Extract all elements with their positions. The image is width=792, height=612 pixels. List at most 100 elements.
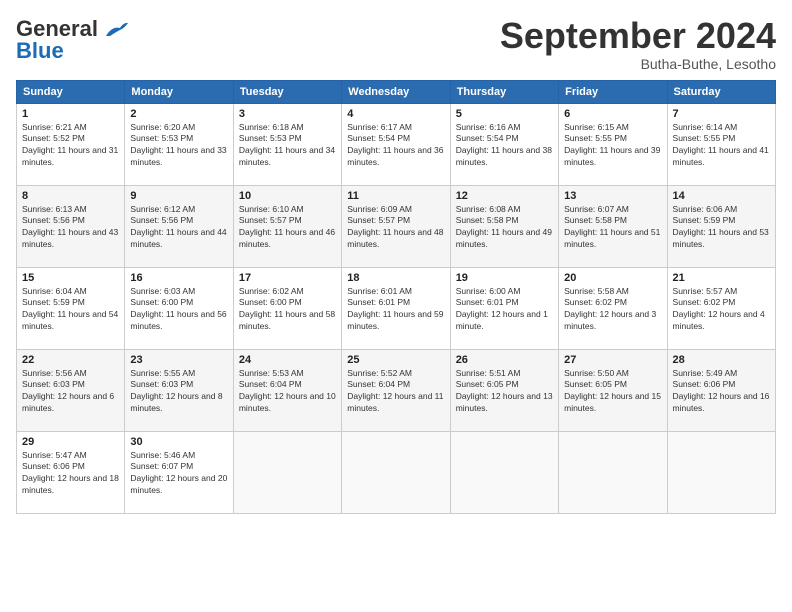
day-info: Sunrise: 6:02 AM Sunset: 6:00 PM Dayligh…	[239, 286, 336, 334]
col-wednesday: Wednesday	[342, 80, 450, 103]
week-row-3: 15 Sunrise: 6:04 AM Sunset: 5:59 PM Dayl…	[17, 267, 776, 349]
calendar-cell: 26 Sunrise: 5:51 AM Sunset: 6:05 PM Dayl…	[450, 349, 558, 431]
day-info: Sunrise: 5:58 AM Sunset: 6:02 PM Dayligh…	[564, 286, 661, 334]
day-info: Sunrise: 5:51 AM Sunset: 6:05 PM Dayligh…	[456, 368, 553, 416]
day-number: 19	[456, 272, 553, 284]
calendar-cell: 4 Sunrise: 6:17 AM Sunset: 5:54 PM Dayli…	[342, 103, 450, 185]
calendar-cell: 12 Sunrise: 6:08 AM Sunset: 5:58 PM Dayl…	[450, 185, 558, 267]
calendar-cell: 19 Sunrise: 6:00 AM Sunset: 6:01 PM Dayl…	[450, 267, 558, 349]
day-info: Sunrise: 6:16 AM Sunset: 5:54 PM Dayligh…	[456, 122, 553, 170]
day-number: 27	[564, 354, 661, 366]
calendar-cell: 5 Sunrise: 6:16 AM Sunset: 5:54 PM Dayli…	[450, 103, 558, 185]
day-number: 1	[22, 108, 119, 120]
week-row-2: 8 Sunrise: 6:13 AM Sunset: 5:56 PM Dayli…	[17, 185, 776, 267]
calendar-cell: 28 Sunrise: 5:49 AM Sunset: 6:06 PM Dayl…	[667, 349, 775, 431]
calendar-cell: 14 Sunrise: 6:06 AM Sunset: 5:59 PM Dayl…	[667, 185, 775, 267]
day-info: Sunrise: 6:04 AM Sunset: 5:59 PM Dayligh…	[22, 286, 119, 334]
day-number: 3	[239, 108, 336, 120]
day-number: 5	[456, 108, 553, 120]
calendar-header-row: Sunday Monday Tuesday Wednesday Thursday…	[17, 80, 776, 103]
day-number: 30	[130, 436, 227, 448]
day-number: 23	[130, 354, 227, 366]
col-saturday: Saturday	[667, 80, 775, 103]
calendar-table: Sunday Monday Tuesday Wednesday Thursday…	[16, 80, 776, 514]
day-number: 18	[347, 272, 444, 284]
day-info: Sunrise: 5:46 AM Sunset: 6:07 PM Dayligh…	[130, 450, 227, 498]
calendar-cell: 1 Sunrise: 6:21 AM Sunset: 5:52 PM Dayli…	[17, 103, 125, 185]
day-number: 6	[564, 108, 661, 120]
logo: General Blue	[16, 16, 130, 64]
day-info: Sunrise: 6:07 AM Sunset: 5:58 PM Dayligh…	[564, 204, 661, 252]
calendar-cell: 7 Sunrise: 6:14 AM Sunset: 5:55 PM Dayli…	[667, 103, 775, 185]
logo-blue: Blue	[16, 38, 64, 64]
calendar-cell: 30 Sunrise: 5:46 AM Sunset: 6:07 PM Dayl…	[125, 431, 233, 513]
col-thursday: Thursday	[450, 80, 558, 103]
calendar-cell	[342, 431, 450, 513]
day-info: Sunrise: 6:20 AM Sunset: 5:53 PM Dayligh…	[130, 122, 227, 170]
week-row-5: 29 Sunrise: 5:47 AM Sunset: 6:06 PM Dayl…	[17, 431, 776, 513]
calendar-cell: 16 Sunrise: 6:03 AM Sunset: 6:00 PM Dayl…	[125, 267, 233, 349]
day-number: 16	[130, 272, 227, 284]
calendar-cell: 22 Sunrise: 5:56 AM Sunset: 6:03 PM Dayl…	[17, 349, 125, 431]
calendar-cell: 15 Sunrise: 6:04 AM Sunset: 5:59 PM Dayl…	[17, 267, 125, 349]
day-info: Sunrise: 5:47 AM Sunset: 6:06 PM Dayligh…	[22, 450, 119, 498]
calendar-cell	[233, 431, 341, 513]
calendar-cell: 9 Sunrise: 6:12 AM Sunset: 5:56 PM Dayli…	[125, 185, 233, 267]
day-number: 9	[130, 190, 227, 202]
logo-bird-icon	[102, 18, 130, 40]
header: General Blue September 2024 Butha-Buthe,…	[16, 16, 776, 72]
page: General Blue September 2024 Butha-Buthe,…	[0, 0, 792, 612]
day-number: 25	[347, 354, 444, 366]
calendar-cell: 18 Sunrise: 6:01 AM Sunset: 6:01 PM Dayl…	[342, 267, 450, 349]
day-number: 8	[22, 190, 119, 202]
calendar-cell: 23 Sunrise: 5:55 AM Sunset: 6:03 PM Dayl…	[125, 349, 233, 431]
col-friday: Friday	[559, 80, 667, 103]
calendar-cell	[667, 431, 775, 513]
calendar-cell: 6 Sunrise: 6:15 AM Sunset: 5:55 PM Dayli…	[559, 103, 667, 185]
day-info: Sunrise: 5:56 AM Sunset: 6:03 PM Dayligh…	[22, 368, 119, 416]
title-area: September 2024 Butha-Buthe, Lesotho	[500, 16, 776, 72]
day-info: Sunrise: 6:17 AM Sunset: 5:54 PM Dayligh…	[347, 122, 444, 170]
day-info: Sunrise: 6:00 AM Sunset: 6:01 PM Dayligh…	[456, 286, 553, 334]
week-row-1: 1 Sunrise: 6:21 AM Sunset: 5:52 PM Dayli…	[17, 103, 776, 185]
calendar-cell: 8 Sunrise: 6:13 AM Sunset: 5:56 PM Dayli…	[17, 185, 125, 267]
day-number: 15	[22, 272, 119, 284]
day-info: Sunrise: 5:49 AM Sunset: 6:06 PM Dayligh…	[673, 368, 770, 416]
col-sunday: Sunday	[17, 80, 125, 103]
day-info: Sunrise: 6:13 AM Sunset: 5:56 PM Dayligh…	[22, 204, 119, 252]
day-number: 10	[239, 190, 336, 202]
calendar-cell: 11 Sunrise: 6:09 AM Sunset: 5:57 PM Dayl…	[342, 185, 450, 267]
calendar-cell: 13 Sunrise: 6:07 AM Sunset: 5:58 PM Dayl…	[559, 185, 667, 267]
day-number: 11	[347, 190, 444, 202]
col-monday: Monday	[125, 80, 233, 103]
calendar-cell: 29 Sunrise: 5:47 AM Sunset: 6:06 PM Dayl…	[17, 431, 125, 513]
day-number: 17	[239, 272, 336, 284]
day-info: Sunrise: 6:14 AM Sunset: 5:55 PM Dayligh…	[673, 122, 770, 170]
day-info: Sunrise: 6:03 AM Sunset: 6:00 PM Dayligh…	[130, 286, 227, 334]
day-info: Sunrise: 6:09 AM Sunset: 5:57 PM Dayligh…	[347, 204, 444, 252]
day-number: 28	[673, 354, 770, 366]
calendar-cell	[450, 431, 558, 513]
day-info: Sunrise: 6:01 AM Sunset: 6:01 PM Dayligh…	[347, 286, 444, 334]
day-number: 12	[456, 190, 553, 202]
day-number: 22	[22, 354, 119, 366]
week-row-4: 22 Sunrise: 5:56 AM Sunset: 6:03 PM Dayl…	[17, 349, 776, 431]
day-info: Sunrise: 6:15 AM Sunset: 5:55 PM Dayligh…	[564, 122, 661, 170]
day-info: Sunrise: 6:18 AM Sunset: 5:53 PM Dayligh…	[239, 122, 336, 170]
day-number: 26	[456, 354, 553, 366]
day-number: 24	[239, 354, 336, 366]
calendar-cell: 21 Sunrise: 5:57 AM Sunset: 6:02 PM Dayl…	[667, 267, 775, 349]
calendar-cell: 3 Sunrise: 6:18 AM Sunset: 5:53 PM Dayli…	[233, 103, 341, 185]
calendar-cell: 17 Sunrise: 6:02 AM Sunset: 6:00 PM Dayl…	[233, 267, 341, 349]
day-number: 29	[22, 436, 119, 448]
day-info: Sunrise: 6:06 AM Sunset: 5:59 PM Dayligh…	[673, 204, 770, 252]
day-info: Sunrise: 5:53 AM Sunset: 6:04 PM Dayligh…	[239, 368, 336, 416]
calendar-cell: 24 Sunrise: 5:53 AM Sunset: 6:04 PM Dayl…	[233, 349, 341, 431]
month-title: September 2024	[500, 16, 776, 56]
calendar-cell	[559, 431, 667, 513]
day-info: Sunrise: 5:52 AM Sunset: 6:04 PM Dayligh…	[347, 368, 444, 416]
day-info: Sunrise: 6:21 AM Sunset: 5:52 PM Dayligh…	[22, 122, 119, 170]
day-number: 7	[673, 108, 770, 120]
day-number: 14	[673, 190, 770, 202]
calendar-cell: 25 Sunrise: 5:52 AM Sunset: 6:04 PM Dayl…	[342, 349, 450, 431]
